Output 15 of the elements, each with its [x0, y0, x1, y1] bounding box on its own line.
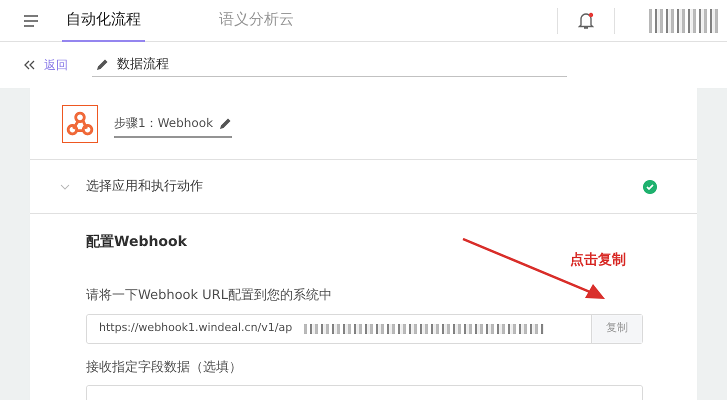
- menu-icon[interactable]: [24, 14, 38, 26]
- annotation-text: 点击复制: [570, 251, 626, 270]
- section-title: 配置Webhook: [86, 234, 187, 250]
- double-chevron-left-icon[interactable]: [24, 60, 36, 70]
- section-label[interactable]: 选择应用和执行动作: [86, 176, 203, 196]
- redacted-block: [649, 8, 719, 32]
- url-field[interactable]: https://webhook1.windeal.cn/v1/ap 复制: [86, 314, 643, 344]
- pencil-icon: [96, 58, 109, 71]
- field-label: 接收指定字段数据（选填）: [86, 358, 243, 376]
- pencil-icon[interactable]: [219, 116, 232, 130]
- notification-bell-icon[interactable]: [578, 12, 594, 30]
- field-label: 请将一下Webhook URL配置到您的系统中: [86, 287, 333, 305]
- step-title: 步骤1：Webhook: [114, 115, 214, 132]
- webhook-icon: [62, 105, 98, 143]
- flow-name-field[interactable]: 数据流程: [92, 52, 567, 78]
